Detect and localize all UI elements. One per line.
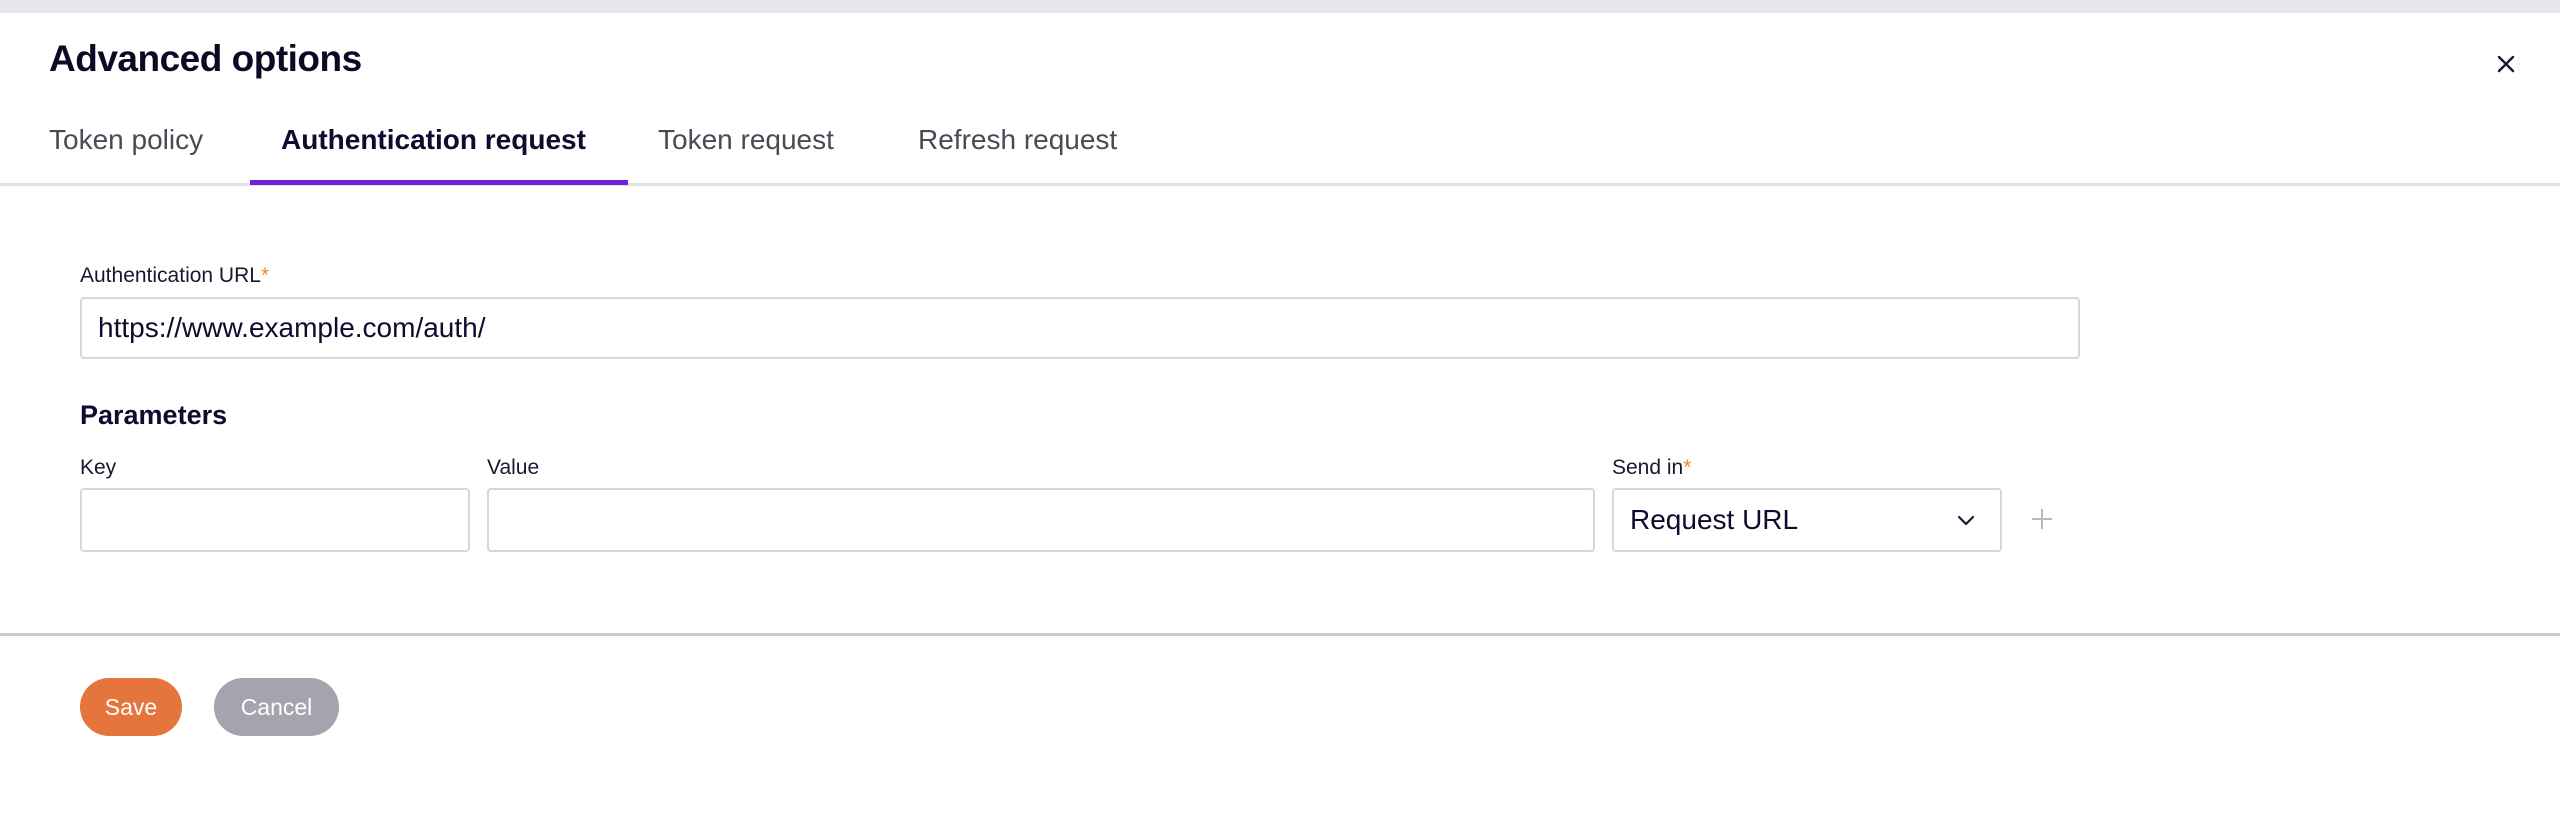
close-icon[interactable] bbox=[2488, 46, 2524, 82]
tab-token-policy[interactable]: Token policy bbox=[49, 124, 203, 183]
required-mark: * bbox=[260, 264, 270, 287]
send-in-label: Send in* bbox=[1612, 456, 1691, 480]
key-input[interactable] bbox=[80, 488, 470, 552]
auth-url-label-text: Authentication URL bbox=[80, 264, 261, 287]
add-parameter-icon[interactable] bbox=[2028, 505, 2056, 533]
footer-divider bbox=[0, 633, 2560, 636]
tab-authentication-request[interactable]: Authentication request bbox=[281, 124, 586, 183]
auth-url-label: Authentication URL* bbox=[80, 264, 269, 288]
tab-refresh-request[interactable]: Refresh request bbox=[918, 124, 1117, 183]
required-mark: * bbox=[1683, 456, 1692, 479]
tab-bar: Token policy Authentication request Toke… bbox=[0, 124, 2560, 186]
send-in-selected-value: Request URL bbox=[1630, 504, 1799, 535]
value-input[interactable] bbox=[487, 488, 1595, 552]
key-label: Key bbox=[80, 456, 117, 479]
send-in-select[interactable]: Request URL bbox=[1612, 488, 2002, 552]
auth-url-input[interactable]: https://www.example.com/auth/ bbox=[80, 297, 2080, 359]
active-tab-indicator bbox=[250, 180, 628, 185]
send-in-label-text: Send in bbox=[1612, 456, 1684, 479]
save-button[interactable]: Save bbox=[80, 678, 182, 736]
auth-url-value: https://www.example.com/auth/ bbox=[98, 312, 486, 343]
chevron-down-icon bbox=[1957, 515, 1975, 526]
cancel-button[interactable]: Cancel bbox=[214, 678, 339, 736]
parameters-heading: Parameters bbox=[80, 400, 228, 430]
tab-token-request[interactable]: Token request bbox=[658, 124, 834, 183]
top-bar bbox=[0, 0, 2560, 13]
dialog-title: Advanced options bbox=[49, 38, 362, 79]
value-label: Value bbox=[487, 456, 540, 479]
